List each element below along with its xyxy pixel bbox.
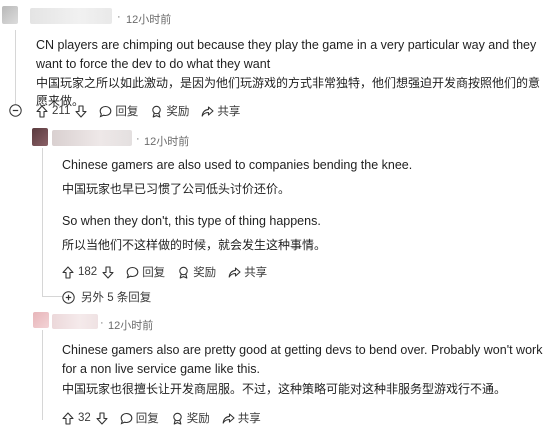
action-bar: 32 回复 奖励 共享 — [62, 409, 273, 427]
downvote-icon[interactable] — [75, 104, 87, 118]
collapse-button[interactable] — [9, 104, 22, 122]
comment-icon — [120, 412, 133, 424]
downvote-icon[interactable] — [96, 411, 108, 425]
comment-text-en: Chinese gamers also are pretty good at g… — [62, 343, 543, 376]
action-bar: 211 回复 奖励 共享 — [36, 102, 252, 120]
comment-text-zh-2: 所以当他们不这样做的时候，就会发生这种事情。 — [62, 238, 327, 252]
reply-button[interactable]: 回复 — [99, 103, 138, 119]
award-icon — [173, 412, 182, 425]
username-blurred[interactable] — [30, 8, 112, 24]
vote-count: 211 — [52, 105, 71, 117]
vote-group: 182 — [62, 265, 114, 279]
collapse-icon — [9, 104, 22, 117]
award-button[interactable]: 奖励 — [171, 410, 210, 426]
share-icon — [228, 266, 241, 278]
share-button[interactable]: 共享 — [201, 103, 240, 119]
share-icon — [201, 105, 214, 117]
comment-text-en: CN players are chimping out because they… — [36, 38, 537, 71]
action-bar: 182 回复 奖励 共享 — [62, 263, 279, 281]
award-label: 奖励 — [166, 106, 190, 118]
reply-label: 回复 — [135, 413, 159, 425]
username-blurred[interactable] — [52, 130, 132, 146]
share-button[interactable]: 共享 — [222, 410, 261, 426]
reply-label: 回复 — [142, 267, 166, 279]
comment-text-zh: 中国玩家也很擅长让开发商屈服。不过，这种策略可能对这种非服务型游戏行不通。 — [62, 382, 507, 396]
vote-group: 32 — [62, 411, 108, 425]
more-replies-connector — [42, 296, 62, 297]
comment-text-en: Chinese gamers are also used to companie… — [62, 158, 413, 172]
award-label: 奖励 — [186, 413, 210, 425]
avatar — [2, 6, 18, 24]
award-icon — [179, 266, 188, 279]
thread-line-reply — [42, 148, 43, 296]
reply-button[interactable]: 回复 — [126, 264, 165, 280]
vote-count: 32 — [78, 412, 91, 424]
share-button[interactable]: 共享 — [228, 264, 267, 280]
reply-label: 回复 — [115, 106, 139, 118]
share-label: 共享 — [217, 106, 241, 118]
downvote-icon[interactable] — [102, 265, 114, 279]
award-button[interactable]: 奖励 — [150, 103, 189, 119]
vote-count: 182 — [78, 266, 98, 278]
separator-dot: · — [100, 317, 104, 329]
timestamp: 12小时前 — [126, 14, 172, 26]
avatar — [33, 312, 49, 328]
thread-line-main — [15, 30, 16, 110]
award-icon — [152, 105, 162, 118]
avatar — [32, 128, 48, 146]
comment-text-zh: 中国玩家也早已习惯了公司低头讨价还价。 — [62, 182, 291, 196]
more-replies-label: 另外 5 条回复 — [81, 292, 152, 304]
upvote-icon[interactable] — [62, 411, 74, 425]
award-button[interactable]: 奖励 — [177, 264, 216, 280]
separator-dot: · — [136, 133, 140, 145]
timestamp: 12小时前 — [144, 136, 190, 148]
share-label: 共享 — [237, 413, 261, 425]
vote-group: 211 — [36, 104, 87, 118]
separator-dot: · — [117, 11, 121, 23]
thread-line-reply-2 — [42, 330, 43, 420]
award-label: 奖励 — [193, 267, 217, 279]
upvote-icon[interactable] — [62, 265, 74, 279]
reply-button[interactable]: 回复 — [120, 410, 159, 426]
username-blurred[interactable] — [52, 314, 98, 329]
comment-icon — [126, 266, 139, 278]
upvote-icon[interactable] — [36, 104, 48, 118]
share-icon — [222, 412, 235, 424]
timestamp: 12小时前 — [108, 320, 154, 332]
more-replies-button[interactable]: 另外 5 条回复 — [62, 288, 151, 306]
comment-icon — [99, 105, 112, 117]
expand-icon — [62, 290, 75, 304]
comment-text-en-2: So when they don't, this type of thing h… — [62, 214, 321, 228]
share-label: 共享 — [244, 267, 268, 279]
